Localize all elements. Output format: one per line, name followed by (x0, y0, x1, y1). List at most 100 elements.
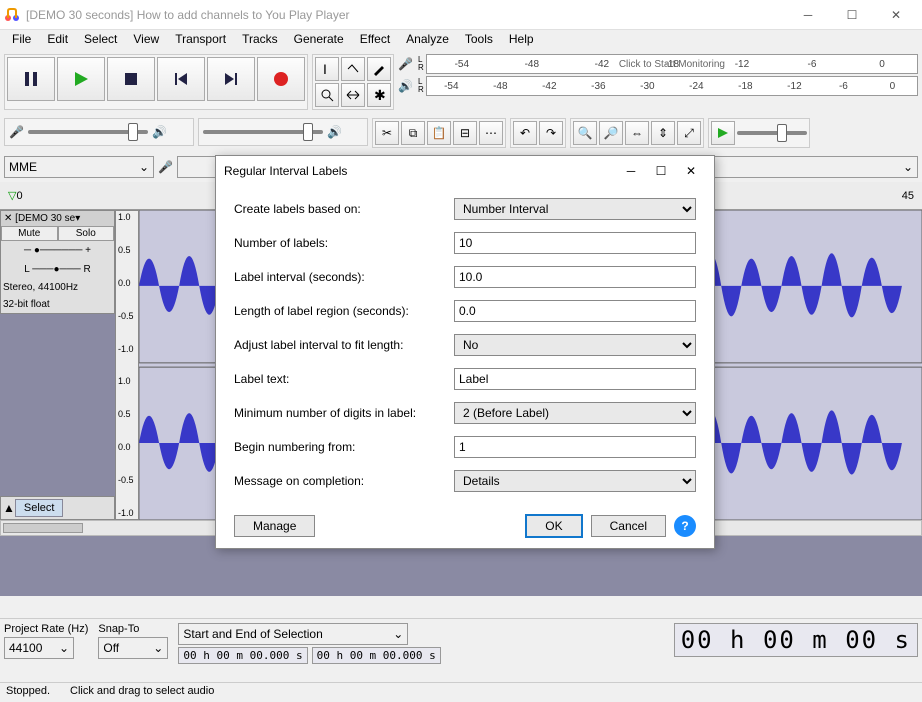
record-button[interactable] (257, 57, 305, 101)
select-track-button[interactable]: Select (15, 499, 64, 517)
cancel-button[interactable]: Cancel (591, 515, 666, 537)
skip-start-button[interactable] (157, 57, 205, 101)
draw-tool-icon[interactable] (367, 57, 391, 81)
close-track-icon[interactable]: ✕ (4, 213, 12, 224)
collapse-icon[interactable]: ▲ (3, 501, 15, 515)
ok-button[interactable]: OK (525, 514, 582, 538)
selection-type-combo[interactable]: Start and End of Selection⌄ (178, 623, 408, 645)
snap-label: Snap-To (98, 623, 168, 635)
track-depth: 32-bit float (1, 296, 114, 313)
begin-numbering-input[interactable] (454, 436, 696, 458)
menu-analyze[interactable]: Analyze (398, 30, 457, 50)
redo-icon[interactable]: ↷ (539, 121, 563, 145)
menu-help[interactable]: Help (501, 30, 542, 50)
statusbar: Stopped. Click and drag to select audio (0, 682, 922, 702)
chevron-down-icon[interactable]: ▾ (75, 213, 80, 224)
rec-lr-icon: LR (418, 56, 424, 72)
selection-toolbar: Project Rate (Hz) 44100⌄ Snap-To Off⌄ St… (0, 618, 922, 682)
mic-icon: 🎤 (158, 160, 173, 174)
skip-end-button[interactable] (207, 57, 255, 101)
undo-icon[interactable]: ↶ (513, 121, 537, 145)
menu-tracks[interactable]: Tracks (234, 30, 286, 50)
help-icon[interactable]: ? (674, 515, 696, 537)
app-icon (4, 7, 20, 23)
create-labels-label: Create labels based on: (234, 202, 444, 216)
zoom-in-icon[interactable]: 🔍 (573, 121, 597, 145)
create-labels-select[interactable]: Number Interval (454, 198, 696, 220)
zoom-tool-icon[interactable] (315, 83, 339, 107)
playback-meter[interactable]: -54-48-42-36-30-24-18-12-60 (426, 76, 918, 96)
label-text-input[interactable] (454, 368, 696, 390)
completion-msg-select[interactable]: Details (454, 470, 696, 492)
cut-icon[interactable]: ✂ (375, 121, 399, 145)
region-length-input[interactable] (454, 300, 696, 322)
label-interval-input[interactable] (454, 266, 696, 288)
mic-icon: 🎤 (398, 57, 416, 71)
dialog-close-button[interactable]: ✕ (676, 164, 706, 178)
adjust-interval-select[interactable]: No (454, 334, 696, 356)
menu-transport[interactable]: Transport (167, 30, 234, 50)
mute-button[interactable]: Mute (1, 226, 58, 241)
audio-host-combo[interactable]: MME⌄ (4, 156, 154, 178)
solo-button[interactable]: Solo (58, 226, 115, 241)
playhead-icon[interactable]: ▽ (8, 189, 16, 202)
selection-start[interactable]: 00 h 00 m 00.000 s (178, 647, 307, 664)
snap-combo[interactable]: Off⌄ (98, 637, 168, 659)
svg-text:✱: ✱ (374, 88, 386, 102)
status-state: Stopped. (6, 685, 50, 700)
menu-tools[interactable]: Tools (457, 30, 501, 50)
copy-icon[interactable]: ⧉ (401, 121, 425, 145)
zoom-toggle-icon[interactable]: ⤢ (677, 121, 701, 145)
track-name[interactable]: [DEMO 30 se (15, 213, 75, 224)
regular-interval-labels-dialog: Regular Interval Labels ─ ☐ ✕ Create lab… (215, 155, 715, 549)
fit-selection-icon[interactable]: ⇔ (625, 121, 649, 145)
amplitude-scale: 1.00.50.0-0.5-1.0 1.00.50.0-0.5-1.0 (115, 210, 139, 520)
label-interval-label: Label interval (seconds): (234, 270, 444, 284)
minimize-button[interactable]: ─ (786, 0, 830, 30)
adjust-interval-label: Adjust label interval to fit length: (234, 338, 444, 352)
dialog-minimize-button[interactable]: ─ (616, 164, 646, 178)
begin-numbering-label: Begin numbering from: (234, 440, 444, 454)
close-button[interactable]: ✕ (874, 0, 918, 30)
menu-generate[interactable]: Generate (286, 30, 352, 50)
min-digits-select[interactable]: 2 (Before Label) (454, 402, 696, 424)
menu-select[interactable]: Select (76, 30, 125, 50)
selection-end[interactable]: 00 h 00 m 00.000 s (312, 647, 441, 664)
recording-meter[interactable]: -54-48-42 Click to Start Monitoring -18-… (426, 54, 918, 74)
envelope-tool-icon[interactable] (341, 57, 365, 81)
paste-icon[interactable]: 📋 (427, 121, 451, 145)
fit-project-icon[interactable]: ⇕ (651, 121, 675, 145)
trim-icon[interactable]: ⊟ (453, 121, 477, 145)
play-lr-icon: LR (418, 78, 424, 94)
number-labels-input[interactable] (454, 232, 696, 254)
recording-volume[interactable]: 🎤 🔊 (4, 118, 194, 146)
menu-file[interactable]: File (4, 30, 39, 50)
audio-position[interactable]: 00 h 00 m 00 s (674, 623, 918, 657)
stop-button[interactable] (107, 57, 155, 101)
playback-volume[interactable]: 🔊 (198, 118, 368, 146)
menu-view[interactable]: View (125, 30, 167, 50)
mic-icon: 🎤 (9, 125, 24, 139)
project-rate-label: Project Rate (Hz) (4, 623, 88, 635)
multi-tool-icon[interactable]: ✱ (367, 83, 391, 107)
selection-tool-icon[interactable]: I (315, 57, 339, 81)
silence-icon[interactable]: ⋯ (479, 121, 503, 145)
region-length-label: Length of label region (seconds): (234, 304, 444, 318)
dialog-maximize-button[interactable]: ☐ (646, 164, 676, 178)
manage-button[interactable]: Manage (234, 515, 315, 537)
project-rate-combo[interactable]: 44100⌄ (4, 637, 74, 659)
completion-msg-label: Message on completion: (234, 474, 444, 488)
toolbars: I ✱ 🎤 LR -54-48-42 Click to Start Monito… (0, 50, 922, 114)
timeshift-tool-icon[interactable] (341, 83, 365, 107)
zoom-out-icon[interactable]: 🔎 (599, 121, 623, 145)
maximize-button[interactable]: ☐ (830, 0, 874, 30)
pause-button[interactable] (7, 57, 55, 101)
tools-toolbar: I ✱ (312, 54, 394, 110)
min-digits-label: Minimum number of digits in label: (234, 406, 444, 420)
menu-effect[interactable]: Effect (352, 30, 398, 50)
play-button[interactable] (57, 57, 105, 101)
play-at-speed-icon[interactable] (711, 121, 735, 145)
toolbars-2: 🎤 🔊 🔊 ✂ ⧉ 📋 ⊟ ⋯ ↶ ↷ 🔍 🔎 ⇔ ⇕ ⤢ (0, 114, 922, 152)
menu-edit[interactable]: Edit (39, 30, 76, 50)
speaker-icon: 🔊 (398, 79, 416, 93)
